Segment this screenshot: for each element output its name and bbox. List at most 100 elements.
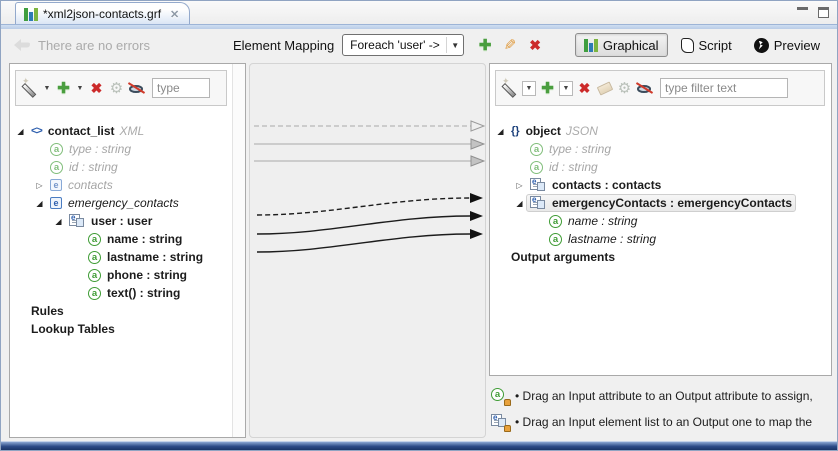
tree-item-output-arguments[interactable]: Output arguments xyxy=(492,248,815,266)
tree-item-label: phone : string xyxy=(107,268,187,282)
tree-item-lastname-string[interactable]: a lastname : string xyxy=(12,248,229,266)
tree-item-emergency-contacts[interactable]: ◢ e emergency_contacts xyxy=(12,194,229,212)
attribute-icon: a xyxy=(549,233,562,246)
tree-item-content: a id : string xyxy=(46,158,122,176)
dropdown-arrow-boxed-icon[interactable]: ▼ xyxy=(522,81,536,96)
mapping-line xyxy=(257,216,470,234)
tab-xml2json-contacts[interactable]: *xml2json-contacts.grf ✕ xyxy=(15,2,190,25)
eraser-icon[interactable] xyxy=(596,80,613,97)
delete-icon[interactable]: ✖ xyxy=(88,80,105,97)
edit-mapping-icon[interactable]: ✎ xyxy=(501,36,519,54)
tree-item-contacts[interactable]: ▷ e contacts xyxy=(12,176,229,194)
tree-item-label: contacts xyxy=(68,178,113,192)
attribute-icon: a xyxy=(88,251,101,264)
view-button-preview[interactable]: Preview xyxy=(745,33,829,57)
view-button-graphical[interactable]: Graphical xyxy=(575,33,668,57)
collapse-icon[interactable]: ◢ xyxy=(513,199,526,208)
tree-item-contacts-contacts[interactable]: ▷ contacts : contacts xyxy=(492,176,815,194)
tree-item-user-user[interactable]: ◢user : user xyxy=(12,212,229,230)
tree-item-label: id : string xyxy=(69,160,118,174)
mapping-canvas[interactable] xyxy=(249,63,486,438)
tree-item-id-string[interactable]: a id : string xyxy=(12,158,229,176)
hide-attributes-icon[interactable] xyxy=(128,80,145,97)
tree-item-label: Lookup Tables xyxy=(31,322,115,336)
dropdown-arrow-icon[interactable]: ▼ xyxy=(75,85,85,92)
tree-item-contact-list[interactable]: ◢<>contact_listXML xyxy=(12,122,229,140)
tree-item-emergencycontacts-emergencycontacts[interactable]: ◢emergencyContacts : emergencyContacts xyxy=(492,194,815,212)
tree-item-rules[interactable]: Rules xyxy=(12,302,229,320)
tree-item-lookup-tables[interactable]: Lookup Tables xyxy=(12,320,229,338)
collapse-icon[interactable]: ◢ xyxy=(494,127,507,136)
add-icon[interactable]: ✚ xyxy=(539,80,556,97)
collapse-icon[interactable]: ◢ xyxy=(14,127,27,136)
delete-mapping-icon[interactable]: ✖ xyxy=(526,36,544,54)
view-button-script[interactable]: Script xyxy=(672,33,741,57)
add-mapping-icon[interactable]: ✚ xyxy=(476,36,494,54)
output-tree-box: ▼✚▼✖⚙ ◢{}objectJSONatype : stringaid : s… xyxy=(489,63,832,376)
output-panel-toolbar: ▼✚▼✖⚙ xyxy=(495,70,825,106)
mapping-line xyxy=(257,198,470,215)
mapping-line xyxy=(257,234,470,252)
output-filter-field[interactable] xyxy=(660,78,788,98)
tree-item-id-string[interactable]: aid : string xyxy=(492,158,815,176)
status-text: There are no errors xyxy=(38,38,150,53)
expand-icon[interactable]: ▷ xyxy=(33,181,46,190)
tree-item-lastname-string[interactable]: alastname : string xyxy=(492,230,815,248)
tree-item-phone-string[interactable]: aphone : string xyxy=(12,266,229,284)
mapping-combo[interactable]: Foreach 'user' -> ▼ xyxy=(342,34,464,56)
element-mapping-label: Element Mapping xyxy=(233,38,334,53)
minimize-icon[interactable] xyxy=(797,7,808,16)
dropdown-arrow-boxed-icon[interactable]: ▼ xyxy=(559,81,573,96)
gear-icon[interactable]: ⚙ xyxy=(616,80,633,97)
tree-item-name-string[interactable]: a name : string xyxy=(492,212,815,230)
tree-item-content: Lookup Tables xyxy=(27,320,119,338)
tree-item-content: e contacts xyxy=(46,176,117,194)
mapping-lines xyxy=(250,64,485,437)
maximize-icon[interactable] xyxy=(818,7,829,18)
tree-item-label: lastname : string xyxy=(107,250,203,264)
collapse-icon[interactable]: ◢ xyxy=(52,217,65,226)
tree-item-label: text() : string xyxy=(107,286,180,300)
input-filter-field[interactable] xyxy=(152,78,210,98)
close-icon[interactable]: ✕ xyxy=(170,8,179,21)
mapping-arrowhead xyxy=(470,211,483,221)
attribute-icon: a xyxy=(50,143,63,156)
tree-item-label: contacts : contacts xyxy=(552,178,661,192)
tree-item-content: aname : string xyxy=(84,230,186,248)
expand-icon[interactable]: ▷ xyxy=(513,181,526,190)
gear-icon[interactable]: ⚙ xyxy=(108,80,125,97)
magic-wand-icon xyxy=(502,80,519,97)
attribute-icon: a xyxy=(549,215,562,228)
element-icon: e xyxy=(50,197,62,209)
output-tree-panel: ▼✚▼✖⚙ ◢{}objectJSONatype : stringaid : s… xyxy=(489,63,832,438)
format-badge: JSON xyxy=(566,124,598,138)
tree-item-content: a name : string xyxy=(545,212,641,230)
back-arrow-icon xyxy=(13,38,31,52)
tree-item-label: emergency_contacts xyxy=(68,196,179,210)
hide-attributes-icon[interactable] xyxy=(636,80,653,97)
dropdown-arrow-icon[interactable]: ▼ xyxy=(42,85,52,92)
collapse-icon[interactable]: ◢ xyxy=(33,199,46,208)
tree-item-content: a lastname : string xyxy=(84,248,207,266)
tree-item-name-string[interactable]: aname : string xyxy=(12,230,229,248)
tree-item-label: object xyxy=(526,124,561,138)
delete-icon[interactable]: ✖ xyxy=(576,80,593,97)
tree-item-type-string[interactable]: atype : string xyxy=(492,140,815,158)
script-view-icon xyxy=(681,38,694,53)
status-message: There are no errors xyxy=(13,30,150,60)
element-icon: e xyxy=(50,179,62,191)
add-icon[interactable]: ✚ xyxy=(55,80,72,97)
attribute-icon: a xyxy=(50,161,63,174)
tree-item-content: atype : string xyxy=(526,140,615,158)
tree-item-type-string[interactable]: atype : string xyxy=(12,140,229,158)
tree-item-text-string[interactable]: atext() : string xyxy=(12,284,229,302)
tree-item-label: name : string xyxy=(568,214,637,228)
tab-bar: *xml2json-contacts.grf ✕ xyxy=(1,1,837,24)
tree-item-content: atext() : string xyxy=(84,284,184,302)
json-object-icon: {} xyxy=(511,125,520,137)
tree-item-object[interactable]: ◢ {} object JSON xyxy=(492,122,815,140)
view-button-label: Graphical xyxy=(603,38,659,53)
view-button-label: Script xyxy=(699,38,732,53)
drag-hint: a• Drag an Input attribute to an Output … xyxy=(491,388,813,403)
input-tree-scrollbar[interactable] xyxy=(232,64,245,437)
